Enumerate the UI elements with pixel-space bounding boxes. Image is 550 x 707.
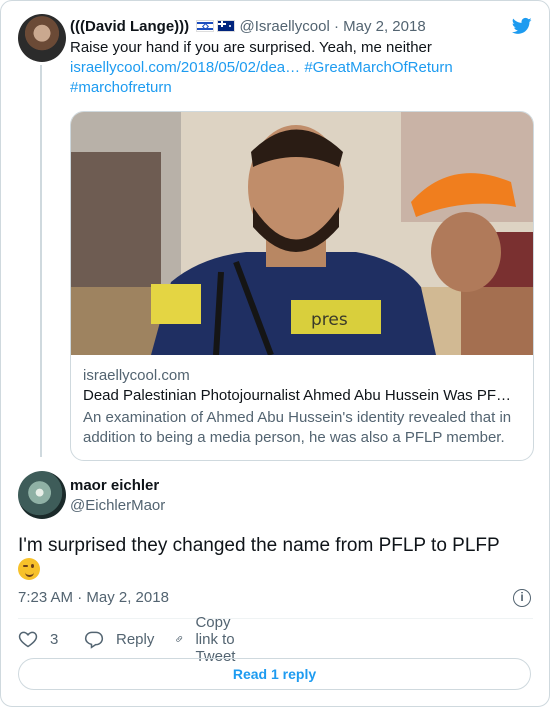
quoted-tweet-date[interactable]: May 2, 2018 bbox=[343, 18, 426, 35]
tweet-timestamp[interactable]: 7:23 AM · May 2, 2018 bbox=[18, 589, 169, 606]
avatar[interactable] bbox=[18, 14, 66, 62]
thread-connector-line bbox=[40, 65, 42, 457]
preview-photo: pres bbox=[71, 112, 533, 355]
preview-image: pres bbox=[71, 112, 533, 355]
divider bbox=[18, 618, 533, 619]
vest-press-label: pres bbox=[311, 310, 348, 330]
hashtag-link[interactable]: #GreatMarchOfReturn bbox=[304, 59, 452, 76]
info-icon[interactable]: i bbox=[513, 589, 531, 607]
link-icon bbox=[176, 636, 183, 642]
tweet-text: I'm surprised they changed the name from… bbox=[18, 533, 538, 583]
like-count: 3 bbox=[50, 630, 59, 648]
twitter-bird-icon[interactable] bbox=[511, 16, 533, 36]
preview-title: Dead Palestinian Photojournalist Ahmed A… bbox=[83, 387, 512, 404]
quoted-tweet-header: (((David Lange))) @Israellycool · May 2,… bbox=[70, 18, 426, 35]
like-button[interactable]: 3 bbox=[18, 627, 58, 651]
copy-link-label: Copy link to Tweet bbox=[195, 613, 236, 665]
israel-flag-icon bbox=[196, 20, 215, 32]
hashtag-link[interactable]: #marchofreturn bbox=[70, 79, 172, 96]
australia-flag-icon bbox=[217, 20, 236, 32]
quoted-author-name[interactable]: (((David Lange))) bbox=[70, 18, 189, 35]
reply-label: Reply bbox=[116, 630, 155, 648]
preview-description: An examination of Ahmed Abu Hussein's id… bbox=[83, 409, 512, 446]
quoted-author-handle[interactable]: @Israellycool bbox=[240, 18, 330, 35]
winking-face-emoji-icon bbox=[18, 558, 40, 580]
tweet-embed-card: (((David Lange))) @Israellycool · May 2,… bbox=[0, 0, 550, 707]
article-link[interactable]: israellycool.com/2018/05/02/dea… bbox=[70, 59, 300, 76]
reply-bubble-icon bbox=[84, 631, 104, 649]
author-name[interactable]: maor eichler bbox=[70, 477, 159, 494]
reply-button[interactable]: Reply bbox=[84, 627, 154, 651]
heart-icon bbox=[18, 631, 38, 648]
avatar[interactable] bbox=[18, 471, 66, 519]
read-replies-button[interactable]: Read 1 reply bbox=[18, 658, 531, 690]
author-handle[interactable]: @EichlerMaor bbox=[70, 497, 165, 514]
copy-link-button[interactable]: Copy link to Tweet bbox=[175, 614, 247, 665]
link-preview-card[interactable]: pres israellycool.com Dead Palestinian P… bbox=[70, 111, 534, 461]
quoted-tweet-text: Raise your hand if you are surprised. Ye… bbox=[70, 39, 453, 96]
preview-domain: israellycool.com bbox=[83, 367, 190, 384]
